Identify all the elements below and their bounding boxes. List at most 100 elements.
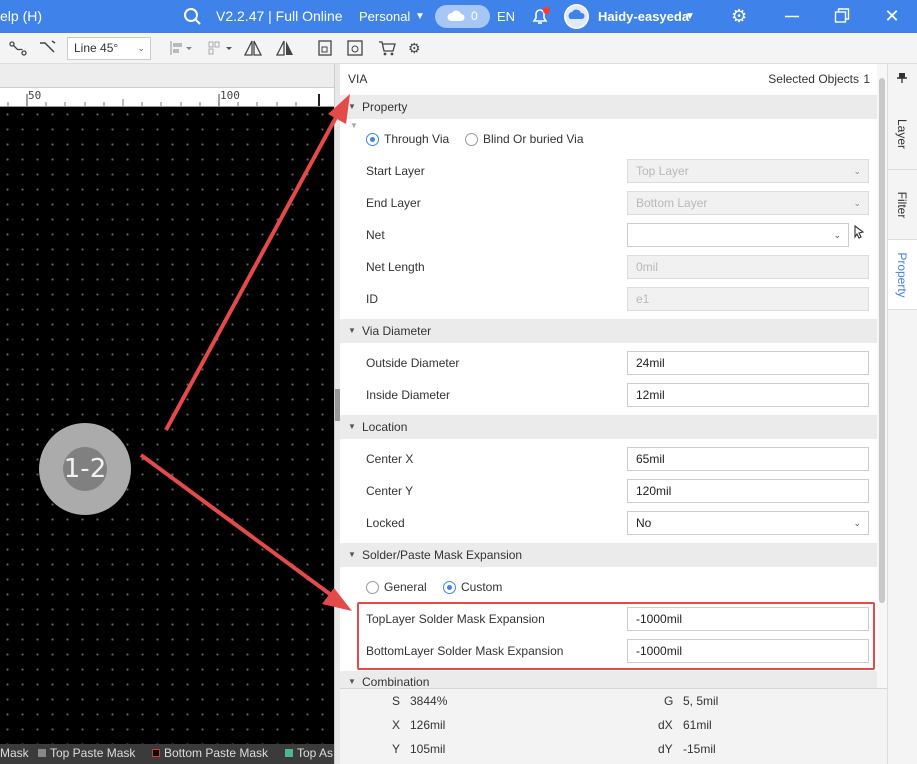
scrollbar-thumb[interactable] [879,78,885,603]
document-icon[interactable] [316,38,334,58]
layer-item[interactable]: Mask [0,744,29,764]
section-title: Via Diameter [362,324,432,338]
layer-item[interactable]: Bottom Paste Mask [152,744,268,764]
center-y-label: Center Y [366,484,414,498]
layer-item[interactable]: Top Paste Mask [38,744,135,764]
distribute-icon[interactable] [206,38,236,58]
close-icon[interactable]: ✕ [880,0,904,33]
layer-item[interactable]: Top As [285,744,333,764]
tab-property[interactable]: Property [888,240,917,310]
flip-horizontal-icon[interactable] [243,38,263,58]
gear-icon[interactable]: ⚙ [731,0,747,33]
outside-diameter-input[interactable]: 24mil [627,351,869,375]
gear-icon[interactable]: ⚙ [408,38,421,58]
bell-icon[interactable] [530,0,550,33]
caret-down-icon: ▼ [350,121,358,130]
through-via-label[interactable]: Through Via [384,123,449,155]
blind-via-label[interactable]: Blind Or buried Via [483,123,584,155]
toolbar: Line 45° ⌄ ⚙ [0,33,917,64]
tab-filter-label: Filter [895,191,909,218]
section-title: Solder/Paste Mask Expansion [362,548,523,562]
inside-diameter-input[interactable]: 12mil [627,383,869,407]
avatar[interactable] [564,4,589,29]
via[interactable]: 1-2 [39,423,131,515]
general-radio[interactable] [366,581,379,594]
pcb-canvas-area[interactable]: 50 100 1-2 [0,64,334,744]
line-mode-select[interactable]: Line 45° ⌄ [67,37,151,60]
stat-value: 3844% [410,694,448,708]
chevron-down-icon: ⌄ [833,230,841,240]
plan-selector[interactable]: Personal [359,0,410,33]
image-icon[interactable] [346,38,364,58]
chevron-down-icon: ⌄ [853,166,861,176]
inside-diameter-row: Inside Diameter 12mil [340,379,877,411]
stat-value: 5, 5mil [683,694,719,708]
title-bar: elp (H) V2.2.47 | Full Online Personal ▼… [0,0,917,33]
cart-icon[interactable] [377,38,397,58]
start-layer-value: Top Layer [636,164,689,178]
center-y-input[interactable]: 120mil [627,479,869,503]
layer-item-label: Mask [0,746,29,760]
locked-row: Locked No ⌄ [340,507,877,539]
net-length-label: Net Length [366,260,425,274]
caret-down-icon: ▼ [348,422,356,431]
end-layer-select[interactable]: Bottom Layer ⌄ [627,191,869,215]
stat-label: G [664,694,674,708]
section-property[interactable]: ▼ Property [340,95,877,119]
custom-radio[interactable] [443,581,456,594]
chevron-down-icon[interactable]: ▼ [415,0,425,33]
layer-item-label: Bottom Paste Mask [164,746,269,760]
section-location[interactable]: ▼ Location [340,415,877,439]
pin-icon[interactable] [896,72,908,87]
stat-value: 61mil [683,718,712,732]
blind-via-radio[interactable] [465,133,478,146]
mask-mode-group: General Custom [340,571,877,603]
route-track-icon[interactable] [8,38,28,58]
stat-value: 105mil [410,742,446,756]
tab-filter[interactable]: Filter [888,170,917,240]
layer-swatch [152,749,160,757]
locked-label: Locked [366,516,405,530]
via-type-group: ▼ Through Via Blind Or buried Via [340,121,877,155]
id-label: ID [366,292,378,306]
pcb-board[interactable]: 1-2 [0,107,334,744]
start-layer-select[interactable]: Top Layer ⌄ [627,159,869,183]
end-layer-label: End Layer [366,196,421,210]
through-via-radio[interactable] [366,133,379,146]
search-icon[interactable] [183,0,205,33]
object-type: VIA [348,72,368,86]
stat-value: 126mil [410,718,446,732]
restore-icon[interactable] [830,0,854,33]
pick-net-icon[interactable] [853,224,865,242]
minimize-icon[interactable] [780,0,804,33]
caret-down-icon: ▼ [348,102,356,111]
locked-select[interactable]: No ⌄ [627,511,869,535]
custom-label[interactable]: Custom [461,571,502,603]
section-via-diameter[interactable]: ▼ Via Diameter [340,319,877,343]
net-length-field: 0mil [627,255,869,279]
cloud-sync-button[interactable]: 0 [435,5,490,28]
net-row: Net ⌄ [340,219,877,251]
tab-layer[interactable]: Layer [888,98,917,170]
chevron-down-icon: ⌄ [137,43,145,53]
start-layer-row: Start Layer Top Layer ⌄ [340,155,877,187]
ruler-header [0,64,334,88]
net-select[interactable]: ⌄ [627,223,849,247]
section-mask-expansion[interactable]: ▼ Solder/Paste Mask Expansion [340,543,877,567]
panel-scrollbar[interactable] [877,64,887,688]
ruler-ticks [7,94,320,106]
flip-vertical-icon[interactable] [275,38,295,58]
chevron-down-icon[interactable]: ▼ [685,0,695,33]
menu-help[interactable]: elp (H) [0,0,42,33]
stat-label: dY [658,742,673,756]
via-label: 1-2 [63,454,107,484]
center-x-input[interactable]: 65mil [627,447,869,471]
language-selector[interactable]: EN [497,0,515,33]
section-combination[interactable]: ▼ Combination [340,671,877,688]
caret-down-icon: ▼ [348,677,356,686]
align-icon[interactable] [168,38,194,58]
general-label[interactable]: General [384,571,427,603]
route-angle-icon[interactable] [38,38,58,58]
username[interactable]: Haidy-easyeda [598,0,689,33]
caret-down-icon: ▼ [348,550,356,559]
